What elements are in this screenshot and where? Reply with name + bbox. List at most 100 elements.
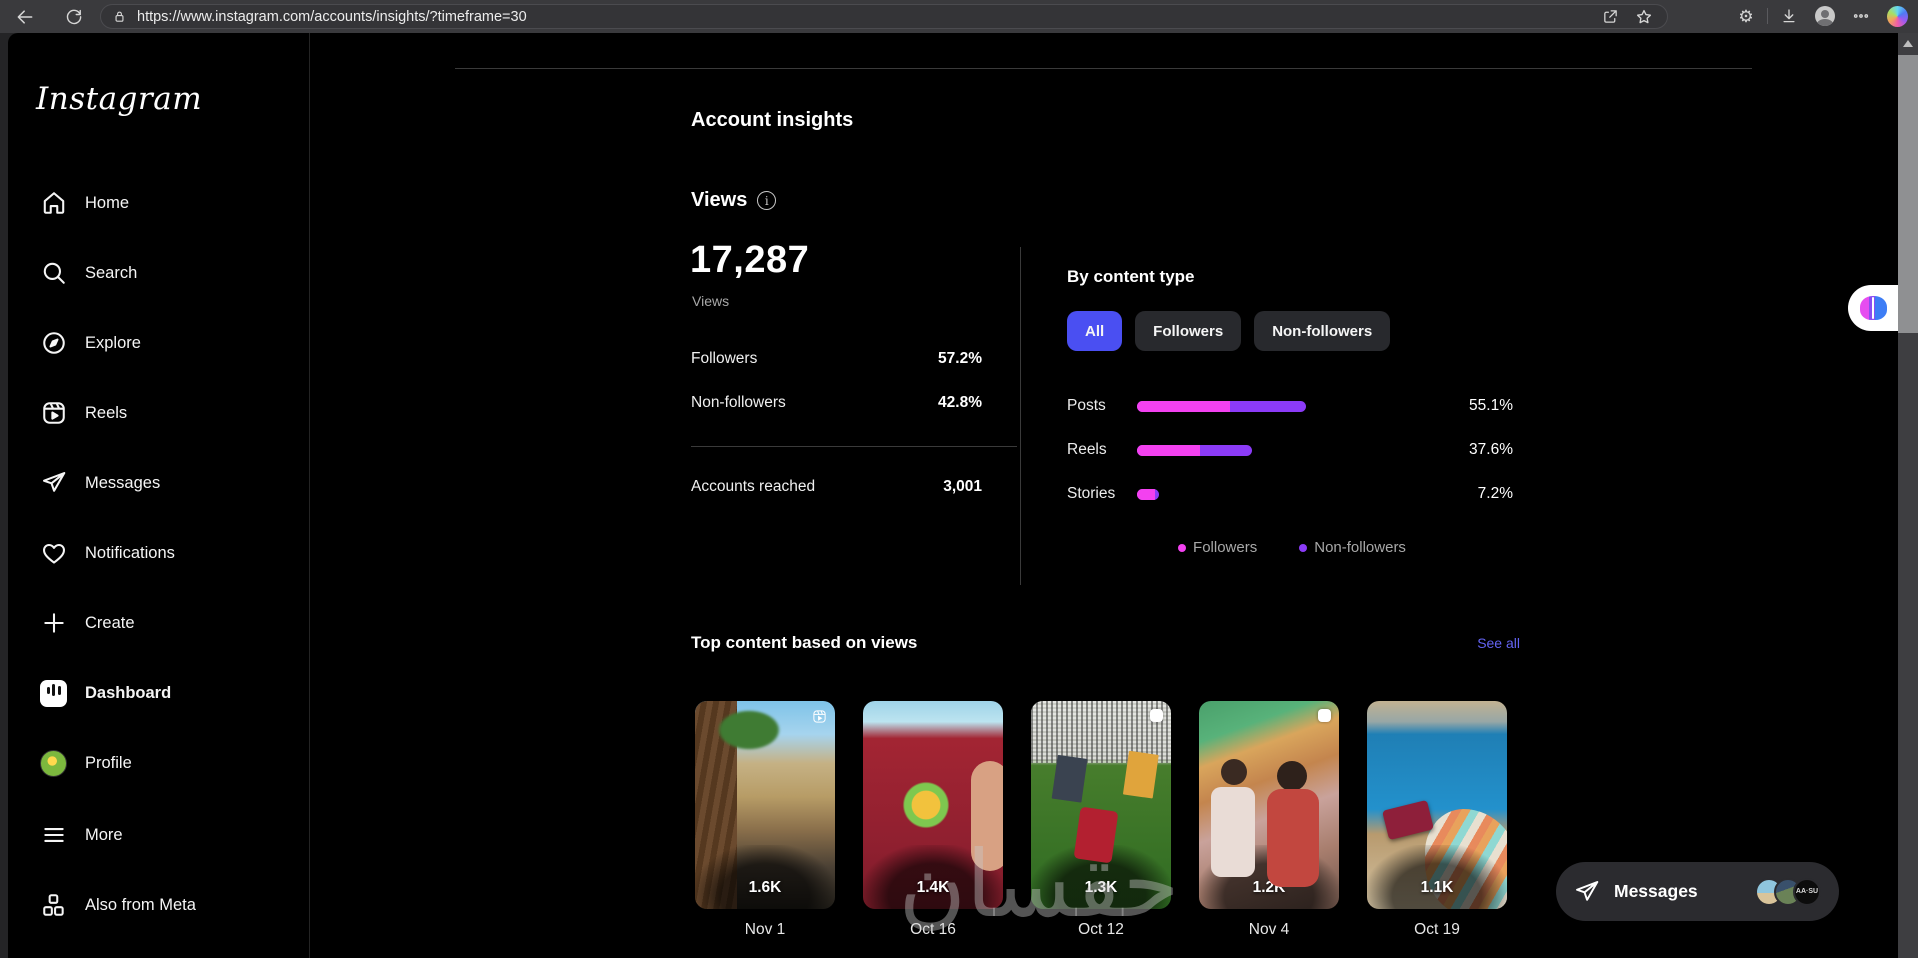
scrollbar[interactable] [1898,33,1918,958]
sidebar-item-profile[interactable]: Profile [24,737,294,789]
sidebar-item-label: Home [85,193,130,212]
extensions-icon[interactable]: ⚙ [1731,1,1761,31]
scrollbar-thumb[interactable] [1898,55,1918,333]
sidebar: Instagram Home Search Explore Reels Mess… [8,33,310,958]
dashboard-chart-icon [40,679,67,707]
content-type-filters: All Followers Non-followers [1067,311,1391,351]
messenger-icon [40,470,67,497]
browser-toolbar: https://www.instagram.com/accounts/insig… [0,0,1918,33]
followers-legend-dot [1178,543,1187,552]
meta-apps-icon [40,892,67,919]
chart-legend: Followers Non-followers [1067,539,1517,556]
bar-value: 7.2% [1477,485,1513,502]
top-divider [455,68,1752,69]
vertical-divider [1020,247,1021,585]
bar-row-reels: Reels 37.6% [1067,439,1513,461]
lock-icon[interactable] [109,2,129,32]
views-total: 17,287 [690,239,810,281]
favorite-star-icon[interactable] [1629,2,1659,32]
instagram-logo[interactable]: Instagram [36,81,202,117]
stat-value: 42.8% [938,394,982,411]
card-views-count: 1.2K [1252,879,1286,896]
content-card[interactable]: 1.1K [1367,701,1507,909]
legend-label: Followers [1193,539,1258,556]
sidebar-item-label: Profile [85,753,132,772]
stat-value: 57.2% [938,350,982,367]
home-icon [40,190,67,217]
filter-followers[interactable]: Followers [1135,311,1242,351]
sidebar-item-label: Create [85,613,135,632]
carousel-badge-icon [1318,709,1331,722]
content-type-title: By content type [1067,267,1195,286]
card-date: Oct 19 [1414,921,1460,938]
content-card[interactable]: 1.4K [863,701,1003,909]
scrollbar-up-arrow[interactable] [1903,40,1913,47]
sidebar-item-explore[interactable]: Explore [24,317,294,369]
top-content-title: Top content based on views [691,633,918,652]
brain-icon [1859,296,1887,320]
copilot-icon[interactable] [1882,1,1912,31]
sidebar-item-create[interactable]: Create [24,597,294,649]
share-icon[interactable] [1595,2,1625,32]
filter-non-followers[interactable]: Non-followers [1254,311,1391,351]
sidebar-item-dashboard[interactable]: Dashboard [24,667,294,719]
heart-icon [40,540,67,567]
sidebar-item-label: Search [85,263,138,282]
card-views-count: 1.6K [748,879,782,896]
messages-avatars: AA·SU [1755,877,1821,906]
bar-label: Posts [1067,397,1106,414]
sidebar-item-label: Reels [85,403,128,422]
reels-badge-icon [812,709,827,729]
more-menu-button[interactable] [1846,1,1876,31]
bar-row-stories: Stories 7.2% [1067,483,1513,505]
screen: https://www.instagram.com/accounts/insig… [0,0,1918,958]
content-card[interactable]: 1.6K [695,701,835,909]
see-all-link[interactable]: See all [1438,635,1520,651]
card-date: Nov 1 [744,921,786,938]
address-bar[interactable]: https://www.instagram.com/accounts/insig… [100,4,1668,29]
search-icon [40,260,67,287]
messages-widget-label: Messages [1614,881,1698,901]
content-card[interactable]: 1.2K [1199,701,1339,909]
extension-bubble[interactable] [1848,285,1898,331]
reels-icon [40,400,67,427]
hamburger-menu-icon [40,822,67,849]
plus-icon [40,610,67,637]
sidebar-item-more[interactable]: More [24,809,294,861]
posts-bar [1137,401,1306,412]
page-title: Account insights [691,109,854,131]
reels-bar [1137,445,1252,456]
sidebar-item-reels[interactable]: Reels [24,387,294,439]
non-followers-legend-dot [1299,543,1308,552]
followers-stat-row: Followers 57.2% [691,350,982,368]
bar-label: Stories [1067,485,1116,502]
story-badge-icon [1150,709,1163,722]
info-icon[interactable]: i [757,191,777,210]
compass-icon [40,330,67,357]
sidebar-item-messages[interactable]: Messages [24,457,294,509]
sidebar-item-also-from-meta[interactable]: Also from Meta [24,879,294,931]
views-total-caption: Views [692,293,730,309]
url-text[interactable]: https://www.instagram.com/accounts/insig… [137,9,527,25]
sidebar-item-notifications[interactable]: Notifications [24,527,294,579]
downloads-button[interactable] [1774,1,1804,31]
messages-widget[interactable]: Messages AA·SU [1556,862,1839,921]
bar-label: Reels [1067,441,1107,458]
card-views-count: 1.1K [1420,879,1454,896]
stat-label: Followers [691,350,758,367]
sidebar-item-label: Dashboard [85,683,172,702]
refresh-button[interactable] [58,2,88,32]
card-date: Oct 12 [1078,921,1124,938]
avatar: AA·SU [1793,877,1821,906]
filter-all[interactable]: All [1067,311,1123,351]
content-card[interactable]: 1.3K [1031,701,1171,909]
sidebar-item-label: More [85,825,123,844]
sidebar-item-search[interactable]: Search [24,247,294,299]
stat-label: Non-followers [691,394,786,411]
sidebar-item-label: Explore [85,333,141,352]
sidebar-item-home[interactable]: Home [24,177,294,229]
back-button[interactable] [10,2,40,32]
stats-divider [691,446,1017,447]
stat-label: Accounts reached [691,478,816,495]
browser-profile-avatar[interactable] [1810,1,1840,31]
